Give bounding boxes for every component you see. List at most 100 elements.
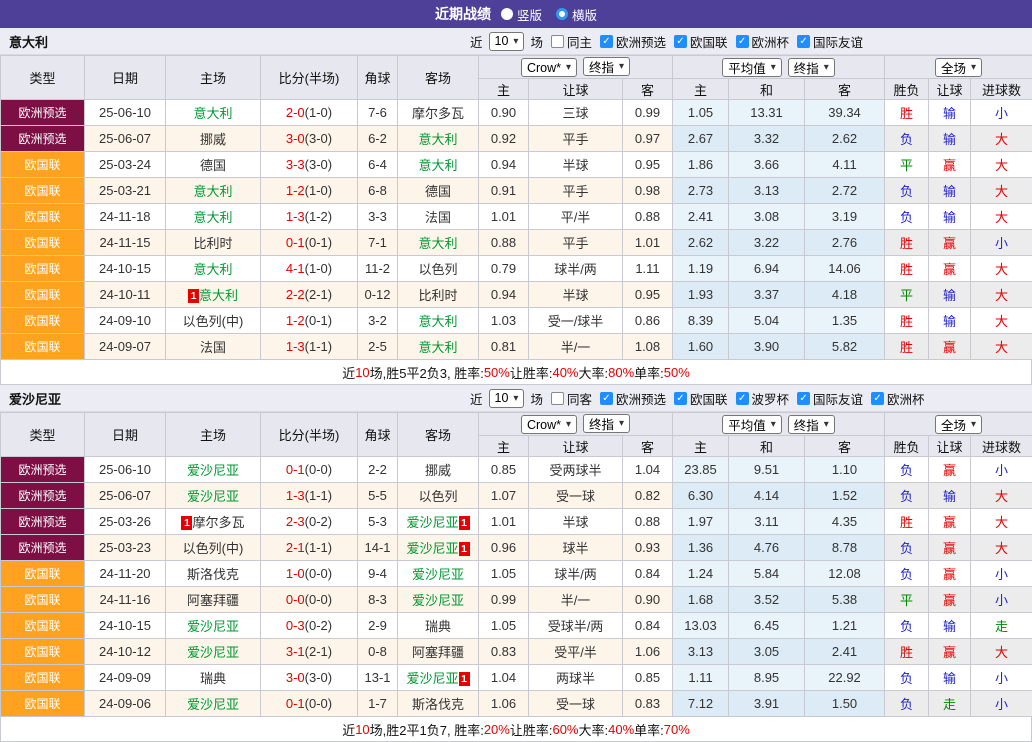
radio-horizontal-layout[interactable]: 横版 [556,5,597,24]
avg-away: 1.35 [805,308,885,334]
match-date: 25-06-10 [85,457,166,483]
odds-home: 1.01 [479,204,529,230]
odds-away: 0.88 [623,204,673,230]
away-team-name: 爱沙尼亚 [406,515,458,530]
halftime-score: (3-0) [305,131,332,146]
avg-away: 3.19 [805,204,885,230]
recent-count-select[interactable]: 10▾ [489,32,525,51]
league-checkbox[interactable]: ✓ [736,35,749,48]
league-label: 国际友谊 [813,32,863,51]
result-outcome: 负 [885,535,929,561]
away-team: 意大利 [398,152,479,178]
match-type: 欧国联 [1,639,85,665]
corner-score: 6-2 [358,126,398,152]
home-team: 瑞典 [166,665,261,691]
score: 2-0(1-0) [261,100,358,126]
bookmaker-select-value: Crow* [527,418,561,432]
match-date: 24-09-06 [85,691,166,717]
fulltime-score: 0-1 [286,235,305,250]
avg-home: 1.86 [673,152,729,178]
sub-column-header: 主 [673,79,729,100]
team-section: 意大利近10▾场同主✓欧洲预选✓欧国联✓欧洲杯✓国际友谊类型日期主场比分(半场)… [0,28,1032,385]
home-team: 以色列(中) [166,308,261,334]
league-label: 欧洲预选 [616,32,666,51]
chevron-down-icon: ▾ [566,419,571,430]
avg-home: 8.39 [673,308,729,334]
league-checkbox[interactable]: ✓ [600,392,613,405]
fulltime-score: 3-0 [286,670,305,685]
fulltime-score: 2-0 [286,105,305,120]
recent-count-select[interactable]: 10▾ [489,389,525,408]
away-team: 瑞典 [398,613,479,639]
halftime-score: (0-2) [305,514,332,529]
match-scope-select[interactable]: 全场▾ [935,58,982,77]
avg-draw: 3.32 [729,126,805,152]
avg-away: 1.52 [805,483,885,509]
league-checkbox[interactable]: ✓ [797,35,810,48]
home-team: 以色列(中) [166,535,261,561]
home-team: 意大利 [166,204,261,230]
league-checkbox[interactable]: ✓ [736,392,749,405]
odds-handicap: 球半/两 [529,561,623,587]
home-team-name: 意大利 [193,262,232,277]
match-type: 欧国联 [1,230,85,256]
bookmaker-select[interactable]: Crow* ▾ [521,415,577,434]
league-checkbox[interactable]: ✓ [871,392,884,405]
halftime-score: (0-0) [305,566,332,581]
odds-home: 1.05 [479,613,529,639]
average-select[interactable]: 平均值▾ [722,415,782,434]
result-handicap: 赢 [929,230,971,256]
league-checkbox[interactable]: ✓ [600,35,613,48]
same-venue-checkbox[interactable] [551,392,564,405]
avg-draw: 4.14 [729,483,805,509]
odds-group-header: Crow* ▾ 终指▾ [479,413,673,436]
avg-draw: 3.90 [729,334,805,360]
odds-handicap: 半/一 [529,587,623,613]
same-venue-checkbox[interactable] [551,35,564,48]
match-date: 24-11-18 [85,204,166,230]
odds-time-select[interactable]: 终指▾ [583,414,630,433]
corner-score: 5-5 [358,483,398,509]
odds-away: 1.11 [623,256,673,282]
average-select[interactable]: 平均值▾ [722,58,782,77]
odds-away: 1.08 [623,334,673,360]
match-type: 欧国联 [1,691,85,717]
away-team: 意大利 [398,230,479,256]
match-date: 24-09-10 [85,308,166,334]
odds-time-select[interactable]: 终指▾ [583,57,630,76]
sub-column-header: 让球 [929,79,971,100]
summary-segment: 10 [355,365,369,380]
section-header-bar: 爱沙尼亚近10▾场同客✓欧洲预选✓欧国联✓波罗杯✓国际友谊✓欧洲杯 [0,385,1032,412]
match-scope-select[interactable]: 全场▾ [935,415,982,434]
summary-segment: 让胜率: [510,363,553,382]
sub-column-header: 客 [623,436,673,457]
average-time-select[interactable]: 终指▾ [788,58,835,77]
halftime-score: (1-1) [305,540,332,555]
avg-away: 14.06 [805,256,885,282]
bookmaker-select[interactable]: Crow*▾ [521,58,577,77]
avg-home: 2.67 [673,126,729,152]
league-checkbox[interactable]: ✓ [797,392,810,405]
average-time-select[interactable]: 终指▾ [788,415,835,434]
odds-home: 1.05 [479,561,529,587]
match-type: 欧洲预选 [1,457,85,483]
league-checkbox[interactable]: ✓ [674,35,687,48]
odds-home: 1.03 [479,308,529,334]
odds-away: 0.95 [623,152,673,178]
odds-away: 1.06 [623,639,673,665]
avg-away: 5.38 [805,587,885,613]
match-type: 欧洲预选 [1,126,85,152]
sub-column-header: 客 [623,79,673,100]
league-checkbox[interactable]: ✓ [674,392,687,405]
avg-away: 22.92 [805,665,885,691]
home-team: 爱沙尼亚 [166,457,261,483]
away-team: 比利时 [398,282,479,308]
odds-home: 0.90 [479,100,529,126]
match-date: 24-10-15 [85,256,166,282]
radio-vertical-layout[interactable]: 竖版 [501,5,542,24]
league-label: 国际友谊 [813,389,863,408]
match-row: 欧国联24-11-15比利时0-1(0-1)7-1意大利0.88平手1.012.… [1,230,1032,256]
score: 2-2(2-1) [261,282,358,308]
odds-away: 0.88 [623,509,673,535]
chevron-down-icon: ▾ [619,61,624,72]
